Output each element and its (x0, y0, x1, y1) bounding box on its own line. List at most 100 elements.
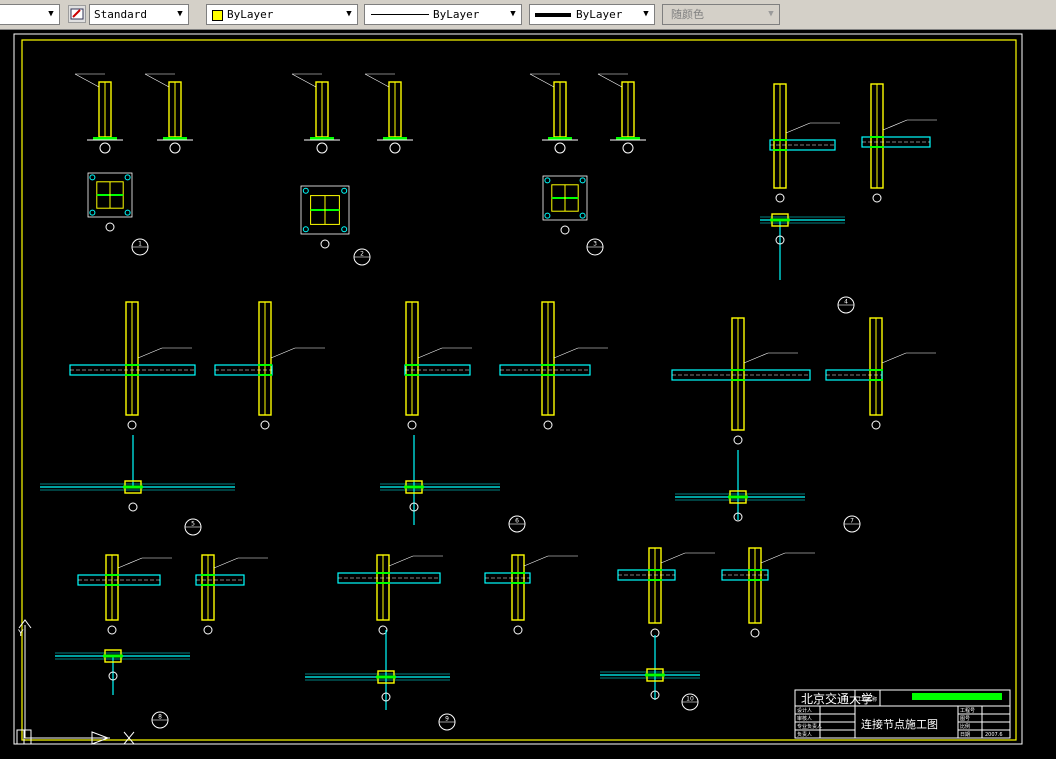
anchor-bolt (544, 177, 551, 184)
text-style-dropdown[interactable]: Standard ▼ (89, 4, 189, 25)
anchor-bolt (579, 212, 586, 219)
anchor-bolt (302, 187, 309, 194)
leader-line (760, 552, 786, 564)
linetype-value: ByLayer (433, 8, 480, 21)
weld (770, 218, 790, 222)
color-swatch-icon (212, 10, 223, 21)
weld (201, 574, 215, 576)
weld (105, 584, 119, 586)
line-sample-icon (371, 14, 429, 15)
leader-line (364, 73, 390, 88)
lineweight-dropdown[interactable]: ByLayer ▼ (529, 4, 655, 25)
leader-line (388, 555, 414, 567)
weld (645, 673, 665, 677)
chevron-down-icon[interactable]: ▼ (343, 8, 355, 21)
chevron-down-icon[interactable]: ▼ (507, 8, 519, 21)
anchor-bolt (89, 174, 96, 181)
anchor-bolt (544, 212, 551, 219)
drawing-name: 连接节点施工图 (861, 718, 938, 731)
detail-label: 7 (850, 518, 854, 525)
detail-label: 5 (191, 521, 195, 528)
weld (405, 364, 419, 366)
leader-line (144, 73, 170, 88)
leader-line (785, 122, 811, 134)
leader-line (137, 347, 163, 359)
properties-toolbar: ▼ Standard ▼ ByLayer ▼ ByLayer ▼ ByLayer… (0, 0, 1056, 30)
weld (258, 374, 272, 376)
axis-bubble (750, 628, 760, 638)
weld (648, 579, 662, 581)
plot-style-dropdown[interactable]: 随颜色 ▼ (662, 4, 780, 25)
weld (648, 569, 662, 571)
axis-bubble (316, 142, 328, 154)
anchor-bolt (124, 174, 131, 181)
date-value: 2007.6 (985, 732, 1003, 738)
weld (201, 584, 215, 586)
anchor-bolt (124, 209, 131, 216)
detail-label: 8 (158, 714, 162, 721)
weld (869, 379, 883, 381)
weld (731, 369, 745, 371)
anchor-bolt (341, 187, 348, 194)
weld (748, 579, 762, 581)
weld (105, 574, 119, 576)
weld (125, 364, 139, 366)
leader-line (291, 73, 317, 88)
leader-line (213, 557, 239, 569)
leader-line (417, 347, 443, 359)
leader-line (660, 552, 686, 564)
project-label: 工程名称 (857, 696, 877, 703)
axis-bubble (622, 142, 634, 154)
chevron-down-icon[interactable]: ▼ (640, 8, 652, 21)
linetype-dropdown[interactable]: ByLayer ▼ (364, 4, 522, 25)
leader-line (529, 73, 555, 88)
weld (773, 149, 787, 151)
ucs-icon: Y (16, 619, 135, 745)
weld (258, 364, 272, 366)
text-style-value: Standard (94, 8, 147, 21)
text-style-icon[interactable] (68, 5, 86, 23)
weld (376, 582, 390, 584)
weld (728, 495, 748, 499)
weld (404, 485, 424, 489)
axis-bubble (554, 142, 566, 154)
dim-style-dropdown[interactable]: ▼ (0, 4, 60, 25)
weld (870, 146, 884, 148)
chevron-down-icon[interactable]: ▼ (765, 8, 777, 21)
leader-line (881, 352, 907, 364)
color-dropdown[interactable]: ByLayer ▼ (206, 4, 358, 25)
axis-bubble (871, 420, 881, 430)
axis-bubble (128, 502, 138, 512)
field-scale: 比例 (960, 723, 970, 730)
detail-label: 9 (445, 716, 449, 723)
model-space-canvas[interactable]: 1 2 3 4 5 6 7 8 9 10 北京交通大学 工程名称 连接节点施工图 设计人 审核人 … (0, 30, 1056, 755)
field-date: 日期 (960, 732, 970, 738)
weld (125, 374, 139, 376)
svg-text:Y: Y (17, 629, 24, 639)
leader-line (553, 347, 579, 359)
detail-label: 3 (593, 241, 597, 248)
axis-bubble (407, 420, 417, 430)
leader-line (882, 119, 908, 131)
role-designer: 设计人 (797, 707, 812, 714)
lineweight-sample-icon (535, 13, 571, 17)
drawing-svg: 1 2 3 4 5 6 7 8 9 10 北京交通大学 工程名称 连接节点施工图 设计人 审核人 … (13, 33, 1023, 745)
detail-label: 10 (686, 696, 694, 703)
leader-line (74, 73, 100, 88)
weld (541, 364, 555, 366)
weld (123, 485, 143, 489)
weld (731, 379, 745, 381)
detail-label: 6 (515, 518, 519, 525)
anchor-bolt (341, 226, 348, 233)
weld (511, 572, 525, 574)
field-drawing-no: 图号 (960, 716, 970, 722)
chevron-down-icon[interactable]: ▼ (45, 8, 57, 21)
detail-label: 1 (138, 241, 142, 248)
axis-bubble (733, 435, 743, 445)
chevron-down-icon[interactable]: ▼ (174, 8, 186, 21)
axis-bubble (560, 225, 570, 235)
role-specialist: 专业负责人 (797, 723, 822, 730)
axis-bubble (107, 625, 117, 635)
leader-line (597, 73, 623, 88)
axis-bubble (99, 142, 111, 154)
